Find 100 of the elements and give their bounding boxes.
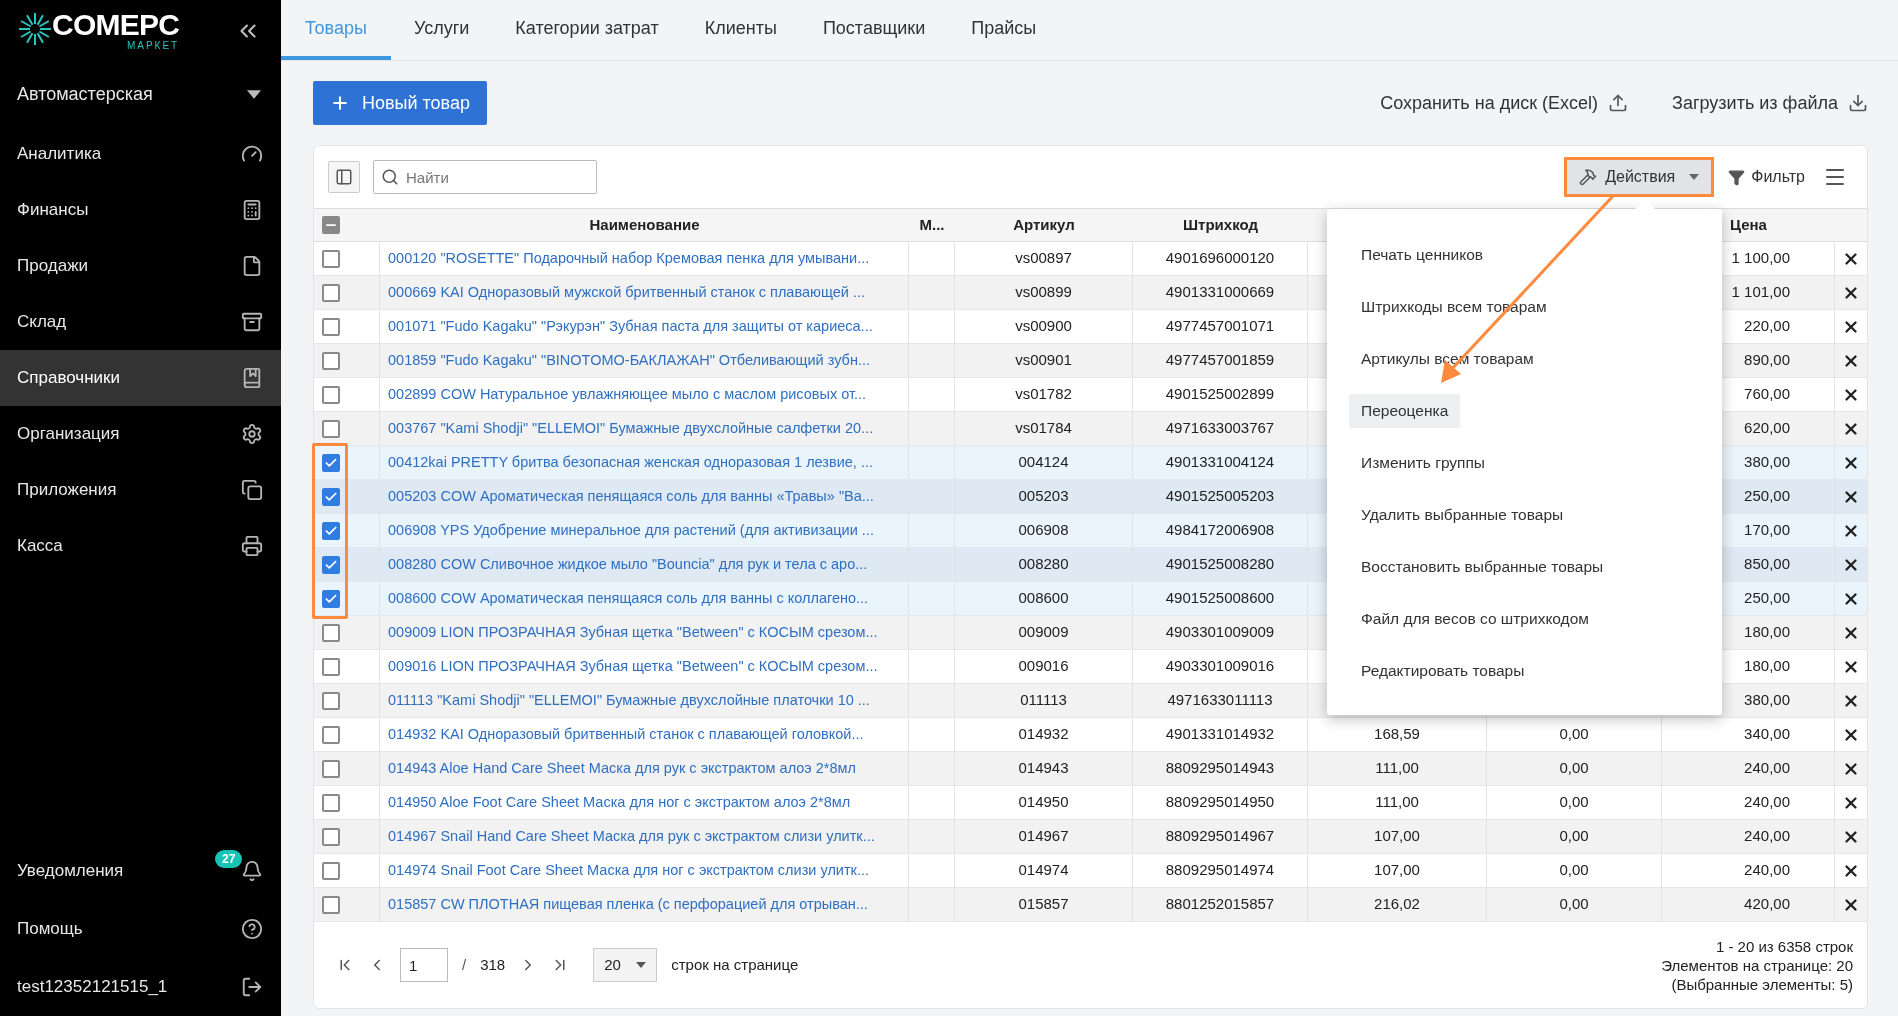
row-checkbox[interactable] <box>322 827 340 846</box>
product-name-link[interactable]: 003767 "Kami Shodji" "ELLEMOI" Бумажные двухслойные салфетки 20... <box>388 417 874 440</box>
page-separator: / <box>462 954 467 975</box>
table-cell-text: 180,00 <box>1744 622 1790 643</box>
row-checkbox[interactable] <box>322 589 340 608</box>
menu-item[interactable]: Файл для весов со штрихкодом <box>1349 602 1601 636</box>
new-product-button[interactable]: Новый товар <box>313 81 487 125</box>
product-name-link[interactable]: 014950 Aloe Foot Care Sheet Маска для ног с экстрактом алоэ 2*8мл <box>388 791 851 814</box>
table-cell: vs01784 <box>955 412 1133 445</box>
filter-button[interactable]: Фильтр <box>1728 165 1805 189</box>
book-icon <box>241 367 263 389</box>
select-all-checkbox[interactable] <box>322 216 340 234</box>
product-name-link[interactable]: 009016 LION ПРОЗРАЧНАЯ Зубная щетка "Between" с КОСЫМ срезом... <box>388 655 878 678</box>
sidebar-item-label: Финансы <box>17 199 89 222</box>
sidebar-item-label: Продажи <box>17 255 88 278</box>
sidebar-item[interactable]: Организация <box>0 406 281 462</box>
page-size-select[interactable]: 20 <box>593 948 658 982</box>
settings-icon <box>241 423 263 445</box>
product-name-link[interactable]: 000120 "ROSETTE" Подарочный набор Кремовая пенка для умывани... <box>388 247 870 270</box>
sidebar-item[interactable]: Уведомления 27 <box>0 842 281 900</box>
product-name-link[interactable]: 014943 Aloe Hand Care Sheet Маска для рук с экстрактом алоэ 2*8мл <box>388 757 856 780</box>
table-cell: 4901525008600 <box>1133 582 1308 615</box>
row-checkbox[interactable] <box>322 453 340 472</box>
tab[interactable]: Поставщики <box>799 0 949 60</box>
product-name-link[interactable]: 014974 Snail Foot Care Sheet Маска для ног с экстрактом слизи улитк... <box>388 859 869 882</box>
row-checkbox[interactable] <box>322 895 340 914</box>
product-name-link[interactable]: 014967 Snail Hand Care Sheet Маска для рук с экстрактом слизи улитк... <box>388 825 875 848</box>
menu-item[interactable]: Удалить выбранные товары <box>1349 498 1576 532</box>
row-checkbox[interactable] <box>322 385 340 404</box>
sidebar-item[interactable]: Касса <box>0 518 281 574</box>
tab[interactable]: Услуги <box>390 0 493 60</box>
tab[interactable]: Клиенты <box>681 0 800 60</box>
page-size-label: строк на странице <box>671 954 799 975</box>
row-checkbox[interactable] <box>322 725 340 744</box>
row-checkbox[interactable] <box>322 521 340 540</box>
search-icon <box>381 168 399 186</box>
row-checkbox[interactable] <box>322 487 340 506</box>
sidebar-item-label: Аналитика <box>17 143 102 166</box>
pagination-summary: 1 - 20 из 6358 строк <box>1715 936 1853 956</box>
sidebar-item[interactable]: Продажи <box>0 238 281 294</box>
product-name-link[interactable]: 001859 "Fudo Kagaku" "BINOTOMO-БАКЛАЖАН" Отбеливающий зубн... <box>388 349 870 372</box>
menu-item[interactable]: Печать ценников <box>1349 238 1495 272</box>
table-cell: 005203 <box>955 480 1133 513</box>
sidebar-item[interactable]: Склад <box>0 294 281 350</box>
table-cell: 014967 <box>955 820 1133 853</box>
logo[interactable]: COMEPC МАРКЕТ <box>18 10 180 52</box>
row-checkbox[interactable] <box>322 691 340 710</box>
row-checkbox[interactable] <box>322 861 340 880</box>
sidebar-item[interactable]: Приложения <box>0 462 281 518</box>
row-checkbox[interactable] <box>322 623 340 642</box>
column-settings-button[interactable] <box>328 161 360 193</box>
help-icon <box>241 918 263 940</box>
row-checkbox[interactable] <box>322 317 340 336</box>
product-name-link[interactable]: 000669 KAI Одноразовый мужской бритвенный станок с плавающей ... <box>388 281 865 304</box>
row-checkbox[interactable] <box>322 283 340 302</box>
search-field[interactable]: Найти <box>373 160 597 194</box>
table-cell: 006908 <box>955 514 1133 547</box>
column-header[interactable]: Артикул <box>955 213 1133 237</box>
product-name-link[interactable]: 005203 COW Ароматическая пенящаяся соль для ванны «Травы» "Ва... <box>388 485 874 508</box>
save-excel-link[interactable]: Сохранить на диск (Excel) <box>1380 89 1629 117</box>
product-name-link[interactable]: 001071 "Fudo Kagaku" "Рэкурэн" Зубная паста для защиты от кариеса... <box>388 315 873 338</box>
product-name-link[interactable]: 008280 COW Сливочное жидкое мыло "Bouncia" для рук и тела с аро... <box>388 553 868 576</box>
tab[interactable]: Прайсы <box>948 0 1060 60</box>
actions-button[interactable]: Действия <box>1564 157 1715 197</box>
sidebar-item[interactable]: test12352121515_1 <box>0 958 281 1016</box>
row-checkbox[interactable] <box>322 759 340 778</box>
sidebar-item[interactable]: Аналитика <box>0 126 281 182</box>
sidebar-item-label: Справочники <box>17 367 120 390</box>
product-name-link[interactable]: 006908 YPS Удобрение минеральное для растений (для активизации ... <box>388 519 874 542</box>
table-cell: 4971633003767 <box>1133 412 1308 445</box>
sidebar-item[interactable]: Финансы <box>0 182 281 238</box>
tab[interactable]: Категории затрат <box>492 0 682 60</box>
product-name-link[interactable]: 014932 KAI Одноразовый бритвенный станок с плавающей головкой... <box>388 723 864 746</box>
menu-item[interactable]: Изменить группы <box>1349 446 1497 480</box>
row-checkbox[interactable] <box>322 249 340 268</box>
sidebar-item[interactable]: Справочники <box>0 350 281 406</box>
organization-selector[interactable]: Автомастерская <box>0 62 281 126</box>
column-header[interactable]: Наименование <box>380 213 909 237</box>
product-name-link[interactable]: 009009 LION ПРОЗРАЧНАЯ Зубная щетка "Between" с КОСЫМ срезом... <box>388 621 878 644</box>
menu-item[interactable]: Восстановить выбранные товары <box>1349 550 1616 584</box>
column-header[interactable]: Штрихкод <box>1133 213 1308 237</box>
row-checkbox[interactable] <box>322 657 340 676</box>
sidebar-item[interactable]: Помощь <box>0 900 281 958</box>
product-name-link[interactable]: 00412kai PRETTY бритва безопасная женская одноразовая 1 лезвие, ... <box>388 451 873 474</box>
row-checkbox[interactable] <box>322 555 340 574</box>
column-header[interactable]: М... <box>909 213 955 237</box>
menu-item[interactable]: Переоценка <box>1349 394 1461 428</box>
product-name-link[interactable]: 002899 COW Натуральное увлажняющее мыло с маслом рисовых от... <box>388 383 867 406</box>
row-checkbox[interactable] <box>322 351 340 370</box>
product-name-link[interactable]: 011113 "Kami Shodji" "ELLEMOI" Бумажные двухслойные платочки 10 ... <box>388 689 870 712</box>
caret-icon <box>1689 174 1700 180</box>
table-cell: 009016 <box>955 650 1133 683</box>
product-name-link[interactable]: 008600 COW Ароматическая пенящаяся соль для ванны с коллагено... <box>388 587 869 610</box>
page-field[interactable]: 1 <box>400 948 448 982</box>
product-name-link[interactable]: 015857 CW ПЛОТНАЯ пищевая пленка (с перфорацией для отрыван... <box>388 893 868 916</box>
table-cell-text: 0,00 <box>1559 860 1589 881</box>
menu-item[interactable]: Редактировать товары <box>1349 654 1537 688</box>
load-file-link[interactable]: Загрузить из файла <box>1672 89 1868 117</box>
row-checkbox[interactable] <box>322 419 340 438</box>
row-checkbox[interactable] <box>322 793 340 812</box>
